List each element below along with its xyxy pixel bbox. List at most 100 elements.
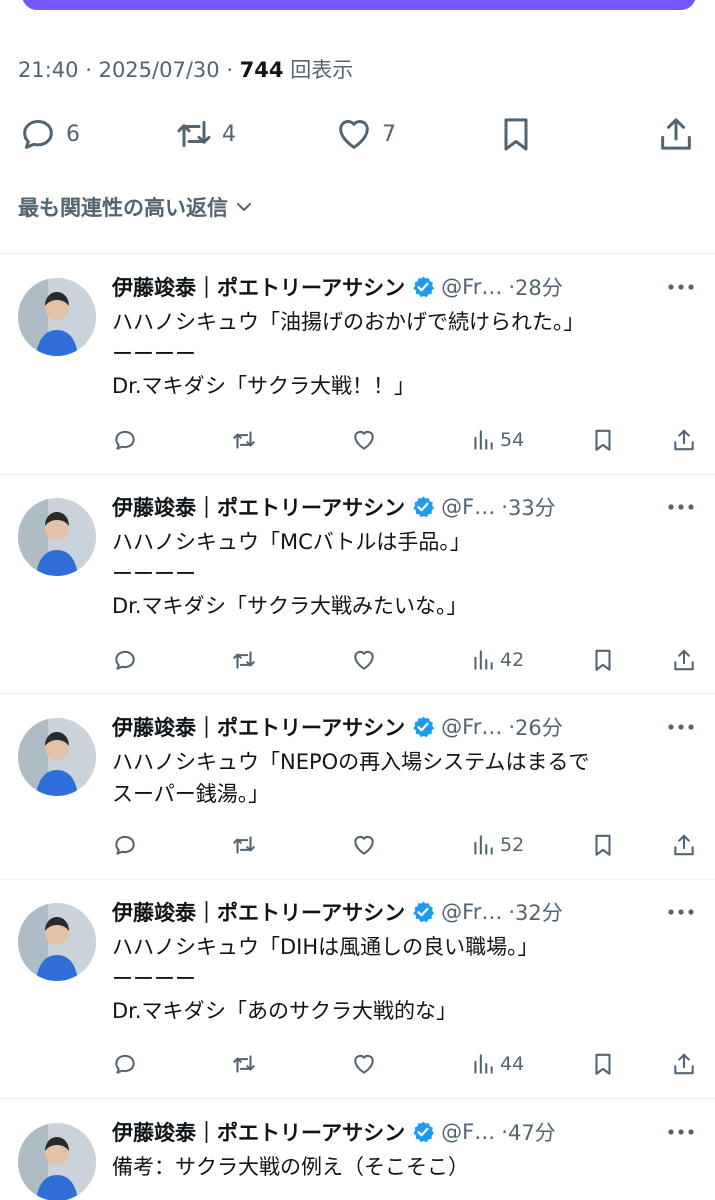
analytics-icon: [474, 1054, 493, 1074]
views-button[interactable]: 54: [470, 423, 524, 457]
author-handle[interactable]: @F…: [441, 1120, 495, 1144]
bookmark-button[interactable]: [590, 643, 616, 677]
views-button[interactable]: 52: [470, 828, 524, 862]
retweet-button[interactable]: [231, 1047, 257, 1081]
retweet-icon: [233, 651, 255, 669]
bookmark-button[interactable]: [590, 1047, 616, 1081]
reply-button[interactable]: [112, 643, 138, 677]
reply-action-bar: 42: [0, 643, 715, 677]
retweet-button[interactable]: [231, 828, 257, 862]
avatar[interactable]: [18, 903, 96, 981]
reply-text-line: ハハノシキュウ「DIHは風通しの良い職場。」: [112, 935, 539, 959]
meta-separator: ·: [226, 58, 240, 82]
tweet-date: 2025/07/30: [98, 58, 220, 82]
like-button[interactable]: 7: [334, 110, 396, 158]
author-name[interactable]: 伊藤竣泰｜ポエトリーアサシン: [112, 897, 405, 927]
reply-count: 6: [66, 121, 80, 147]
avatar[interactable]: [18, 498, 96, 576]
reply-button[interactable]: [112, 423, 138, 457]
views-button[interactable]: 44: [470, 1047, 524, 1081]
reply-time[interactable]: 28分: [515, 272, 563, 302]
more-options-button[interactable]: [667, 895, 695, 929]
bookmark-icon: [595, 834, 611, 856]
reply-button[interactable]: 6: [18, 110, 80, 158]
heart-icon: [354, 430, 374, 450]
avatar[interactable]: [18, 1123, 96, 1200]
avatar-photo: [18, 903, 96, 981]
reply-sort-dropdown[interactable]: 最も関連性の高い返信: [18, 192, 256, 222]
reply-text-line: Dr.マキダシ「サクラ大戦みたいな。」: [112, 594, 468, 618]
bookmark-button[interactable]: [496, 110, 536, 158]
retweet-icon: [233, 1055, 255, 1073]
author-name[interactable]: 伊藤竣泰｜ポエトリーアサシン: [112, 272, 405, 302]
author-name[interactable]: 伊藤竣泰｜ポエトリーアサシン: [112, 1117, 405, 1147]
comment-icon: [115, 835, 135, 855]
comment-icon: [115, 430, 135, 450]
retweet-icon: [233, 431, 255, 449]
share-button[interactable]: [671, 423, 697, 457]
reply-header: 伊藤竣泰｜ポエトリーアサシン @Fr… · 26分: [112, 710, 712, 744]
divider: [0, 474, 715, 475]
reply-button[interactable]: [112, 828, 138, 862]
views-count: 42: [500, 649, 525, 671]
reply-text: ハハノシキュウ「DIHは風通しの良い職場。」 ーーーー Dr.マキダシ「あのサクラ大…: [112, 931, 702, 1027]
reply-text-line: ハハノシキュウ「油揚げのおかげで続けられた。」: [112, 310, 585, 334]
top-action-button[interactable]: [22, 0, 696, 10]
retweet-button[interactable]: [231, 643, 257, 677]
meta-separator: ·: [508, 900, 516, 924]
author-handle[interactable]: @Fr…: [441, 715, 502, 739]
reply-text: 備考：サクラ大戦の例え（そこそこ）: [112, 1151, 702, 1183]
more-options-button[interactable]: [667, 490, 695, 524]
author-handle[interactable]: @Fr…: [441, 900, 502, 924]
reply-text-line: Dr.マキダシ「あのサクラ大戦的な」: [112, 999, 457, 1023]
verified-badge-icon: [413, 1121, 435, 1143]
analytics-icon: [474, 430, 493, 450]
reply-text-line: ハハノシキュウ「MCバトルは手品。」: [112, 530, 471, 554]
reply-text: ハハノシキュウ「MCバトルは手品。」 ーーーー Dr.マキダシ「サクラ大戦みたいな。…: [112, 526, 702, 622]
more-options-button[interactable]: [667, 1115, 695, 1149]
heart-icon: [339, 120, 369, 149]
avatar-photo: [18, 718, 96, 796]
retweet-button[interactable]: [231, 423, 257, 457]
share-icon: [661, 118, 691, 150]
retweet-icon: [177, 120, 211, 148]
share-button[interactable]: [671, 643, 697, 677]
share-button[interactable]: [671, 1047, 697, 1081]
retweet-button[interactable]: 4: [174, 110, 236, 158]
like-button[interactable]: [351, 423, 377, 457]
reply-time[interactable]: 33分: [508, 492, 556, 522]
views-button[interactable]: 42: [470, 643, 524, 677]
like-count: 7: [382, 121, 396, 147]
like-button[interactable]: [351, 828, 377, 862]
like-button[interactable]: [351, 1047, 377, 1081]
bookmark-button[interactable]: [590, 828, 616, 862]
verified-badge-icon: [413, 496, 435, 518]
reply-text-line: ハハノシキュウ「NEPOの再入場システムはまるで: [112, 750, 590, 774]
reply-button[interactable]: [112, 1047, 138, 1081]
share-button[interactable]: [656, 110, 696, 158]
more-options-button[interactable]: [667, 710, 695, 744]
more-options-button[interactable]: [667, 270, 695, 304]
analytics-icon: [474, 835, 493, 855]
avatar[interactable]: [18, 278, 96, 356]
author-name[interactable]: 伊藤竣泰｜ポエトリーアサシン: [112, 492, 405, 522]
more-icon: [668, 284, 694, 290]
reply-time[interactable]: 26分: [515, 712, 563, 742]
like-button[interactable]: [351, 643, 377, 677]
tweet-time: 21:40: [18, 58, 79, 82]
author-name[interactable]: 伊藤竣泰｜ポエトリーアサシン: [112, 712, 405, 742]
bookmark-button[interactable]: [590, 423, 616, 457]
share-button[interactable]: [671, 828, 697, 862]
avatar[interactable]: [18, 718, 96, 796]
author-handle[interactable]: @F…: [441, 495, 495, 519]
author-handle[interactable]: @Fr…: [441, 275, 502, 299]
comment-icon: [23, 120, 53, 149]
reply-header: 伊藤竣泰｜ポエトリーアサシン @Fr… · 32分: [112, 895, 712, 929]
reply-header: 伊藤竣泰｜ポエトリーアサシン @Fr… · 28分: [112, 270, 712, 304]
meta-separator: ·: [501, 1120, 508, 1144]
share-icon: [674, 649, 694, 671]
reply-time[interactable]: 32分: [515, 897, 563, 927]
divider: [0, 253, 715, 254]
reply-time[interactable]: 47分: [508, 1117, 556, 1147]
heart-icon: [354, 1054, 374, 1074]
